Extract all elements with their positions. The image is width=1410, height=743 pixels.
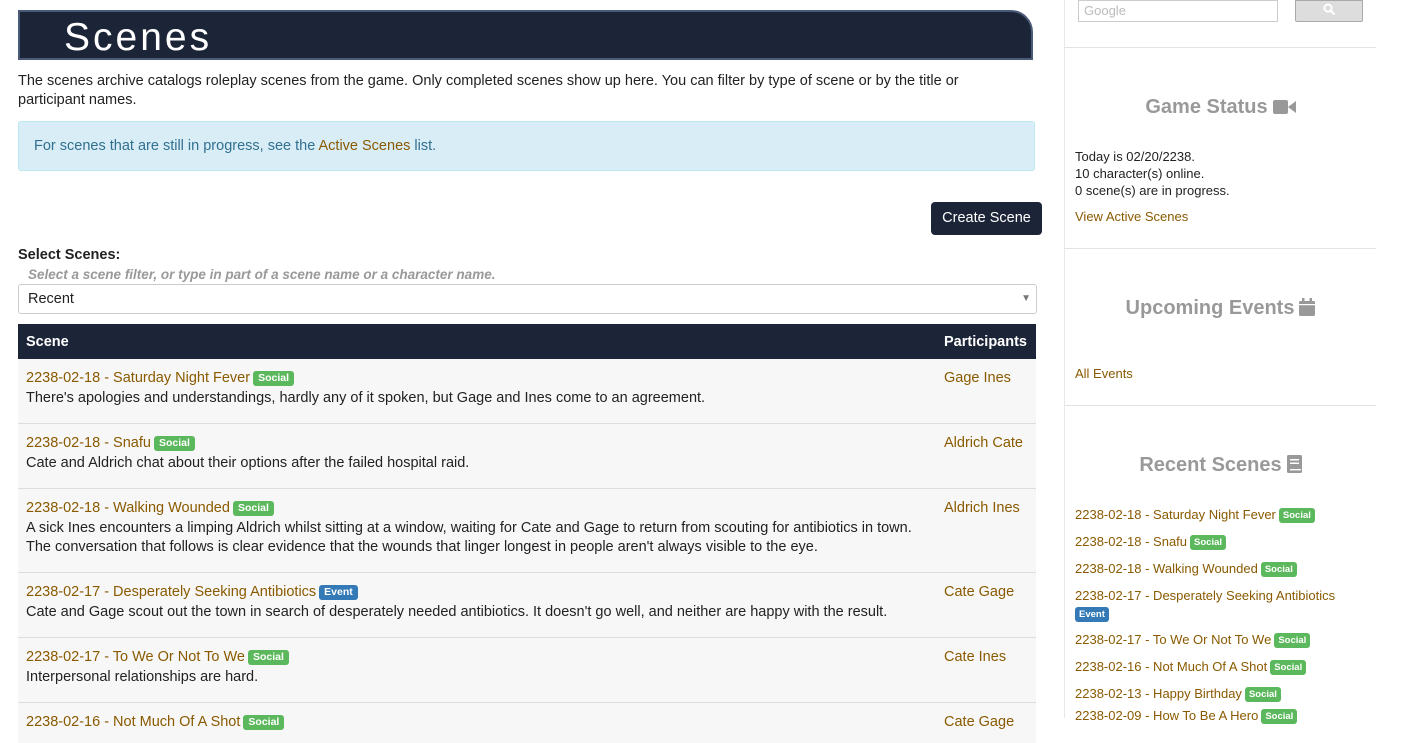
search-icon [1322,3,1336,19]
recent-scene-link[interactable]: 2238-02-18 - Walking Wounded [1075,561,1258,576]
recent-scene-link[interactable]: 2238-02-13 - Happy Birthday [1075,686,1242,701]
scene-summary: A sick Ines encounters a limping Aldrich… [26,520,912,555]
scene-link[interactable]: 2238-02-17 - Desperately Seeking Antibio… [26,584,316,600]
scenes-in-progress-text: 0 scene(s) are in progress. [1075,183,1230,198]
scene-type-badge: Social [1244,687,1281,702]
view-active-scenes-link[interactable]: View Active Scenes [1075,209,1188,224]
scene-summary: There's apologies and understandings, ha… [26,390,706,406]
scene-participants[interactable]: Cate Gage [944,584,1014,600]
recent-scene-link[interactable]: 2238-02-09 - How To Be A Hero [1075,708,1258,723]
recent-scene-item: 2238-02-17 - Desperately Seeking Antibio… [1075,587,1365,623]
recent-scene-link[interactable]: 2238-02-16 - Not Much Of A Shot [1075,659,1267,674]
header-participants: Participants [944,334,1027,350]
table-row: 2238-02-18 - Saturday Night Fever Social … [18,359,1036,424]
page-title-bar: Scenes [18,10,1033,60]
scene-type-badge: Social [232,501,274,516]
table-row: 2238-02-18 - Walking Wounded Social A sic… [18,489,1036,573]
intro-text: The scenes archive catalogs roleplay sce… [18,73,959,108]
scene-participants[interactable]: Gage Ines [944,370,1011,386]
table-row: 2238-02-17 - To We Or Not To We Social In… [18,638,1036,703]
upcoming-events-title: Upcoming Events [1125,297,1295,319]
online-count-text: 10 character(s) online. [1075,166,1205,181]
scene-type-badge: Social [153,436,195,451]
recent-scene-item: 2238-02-18 - Walking Wounded Social [1075,560,1365,578]
scene-summary: Interpersonal relationships are hard. [26,669,259,685]
recent-scene-item: 2238-02-18 - Snafu Social [1075,533,1365,551]
video-camera-icon [1272,98,1296,121]
filter-selected-value: Recent [28,291,74,307]
scene-summary: Cate and Aldrich chat about their option… [26,455,470,471]
scene-participants[interactable]: Aldrich Ines [944,500,1020,516]
book-icon [1286,455,1302,479]
recent-scene-item: 2238-02-13 - Happy Birthday Social [1075,685,1365,703]
filter-label: Select Scenes: [18,247,121,263]
scene-filter-select[interactable]: Recent ▼ [18,284,1037,314]
scene-type-badge: Social [243,715,285,730]
scene-type-badge: Social [1190,535,1227,550]
page-title: Scenes [64,16,213,59]
scenes-table: Scene Participants 2238-02-18 - Saturday… [18,324,1036,743]
scene-type-badge: Social [1260,562,1297,577]
recent-scene-link[interactable]: 2238-02-17 - To We Or Not To We [1075,632,1271,647]
dropdown-arrow-icon: ▼ [1021,293,1031,304]
scene-type-badge: Social [1270,660,1307,675]
scene-link[interactable]: 2238-02-18 - Saturday Night Fever [26,370,250,386]
scene-summary: Cate and Gage scout out the town in sear… [26,604,888,620]
recent-scene-item: 2238-02-16 - Not Much Of A Shot Social [1075,658,1365,676]
sidebar-rule [1065,405,1376,406]
filter-hint: Select a scene filter, or type in part o… [28,267,496,282]
recent-scene-item: 2238-02-17 - To We Or Not To We Social [1075,631,1365,649]
recent-scenes-heading: Recent Scenes [1065,454,1376,479]
recent-scene-link[interactable]: 2238-02-18 - Snafu [1075,534,1187,549]
info-alert: For scenes that are still in progress, s… [18,121,1035,171]
search-button[interactable] [1295,0,1363,22]
scene-type-badge: Social [247,650,289,665]
scene-participants[interactable]: Cate Ines [944,649,1006,665]
scene-type-badge: Event [319,585,358,600]
table-row: 2238-02-18 - Snafu Social Cate and Aldric… [18,424,1036,489]
active-scenes-link[interactable]: Active Scenes [319,138,411,154]
info-suffix: list. [410,138,437,154]
all-events-link[interactable]: All Events [1075,366,1133,381]
create-scene-button[interactable]: Create Scene [931,202,1042,235]
google-search-input[interactable]: Google [1078,0,1278,22]
header-scene: Scene [26,334,69,350]
game-status-title: Game Status [1145,96,1268,118]
table-header: Scene Participants [18,324,1036,359]
scene-participants[interactable]: Aldrich Cate [944,435,1023,451]
today-text: Today is 02/20/2238. [1075,149,1195,164]
scene-link[interactable]: 2238-02-18 - Walking Wounded [26,500,230,516]
recent-scene-item: 2238-02-18 - Saturday Night Fever Social [1075,506,1365,524]
scene-type-badge: Event [1075,607,1109,622]
scene-participants[interactable]: Cate Gage [944,714,1014,730]
sidebar-rule [1065,248,1376,249]
scene-type-badge: Social [253,371,295,386]
table-row: 2238-02-17 - Desperately Seeking Antibio… [18,573,1036,638]
scene-link[interactable]: 2238-02-16 - Not Much Of A Shot [26,714,240,730]
scene-link[interactable]: 2238-02-17 - To We Or Not To We [26,649,245,665]
scene-link[interactable]: 2238-02-18 - Snafu [26,435,151,451]
recent-scene-link[interactable]: 2238-02-18 - Saturday Night Fever [1075,507,1276,522]
scene-type-badge: Social [1278,508,1315,523]
calendar-icon [1299,298,1316,322]
scene-type-badge: Social [1274,633,1311,648]
table-row: 2238-02-16 - Not Much Of A Shot Social Ca… [18,703,1036,743]
info-prefix: For scenes that are still in progress, s… [34,138,319,154]
scene-type-badge: Social [1261,709,1298,724]
recent-scenes-title: Recent Scenes [1139,454,1282,476]
game-status-heading: Game Status [1065,96,1376,121]
recent-scene-link[interactable]: 2238-02-17 - Desperately Seeking Antibio… [1075,588,1335,603]
upcoming-events-heading: Upcoming Events [1065,297,1376,322]
sidebar-rule [1065,47,1376,48]
recent-scene-item: 2238-02-09 - How To Be A Hero Social [1075,707,1365,725]
